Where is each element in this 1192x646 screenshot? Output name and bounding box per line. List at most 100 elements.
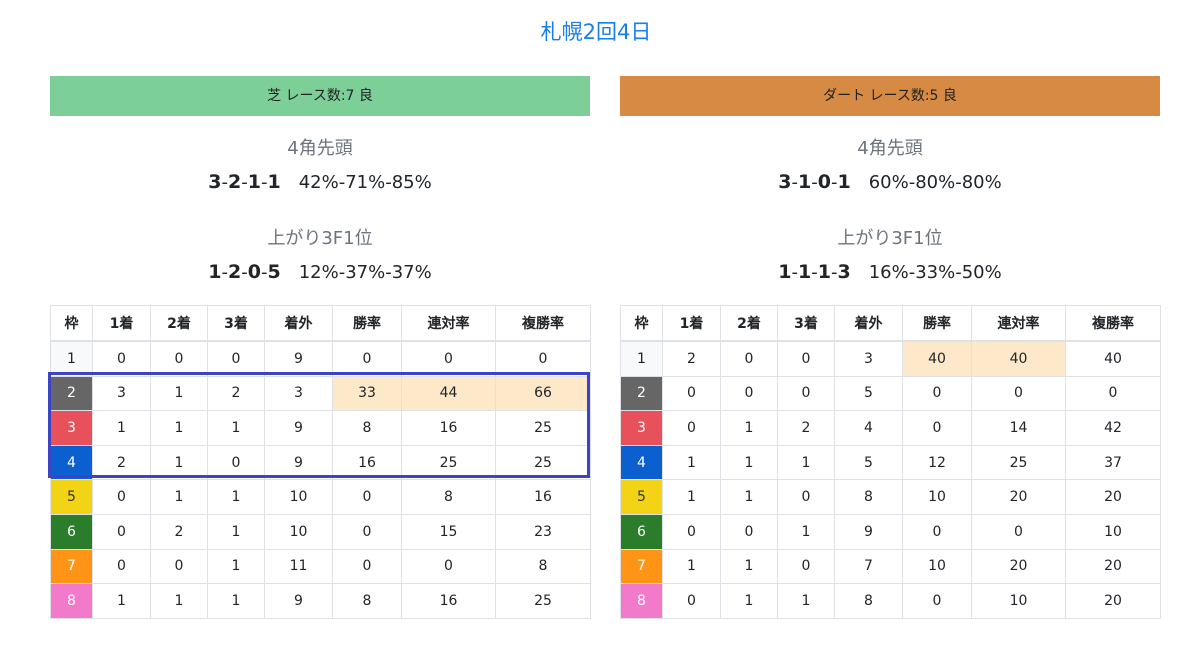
table-cell: 1 bbox=[720, 583, 778, 619]
table-cell: 4 bbox=[834, 410, 903, 446]
table-cell: 16 bbox=[401, 410, 496, 446]
table-cell: 40 bbox=[971, 340, 1066, 377]
table-cell: 1 bbox=[150, 583, 208, 619]
table-cell: 10 bbox=[971, 583, 1066, 619]
table-cell: 0 bbox=[777, 375, 835, 412]
column-header: 3着 bbox=[777, 305, 835, 342]
waku-number-cell: 2 bbox=[50, 375, 93, 412]
last3f-stats: 1-2-0-5 12%-37%-37% bbox=[50, 261, 590, 283]
last3f-label: 上がり3F1位 bbox=[837, 228, 943, 249]
table-cell: 9 bbox=[264, 583, 333, 619]
table-cell: 2 bbox=[150, 513, 208, 550]
table-cell: 9 bbox=[264, 410, 333, 446]
waku-number-cell: 8 bbox=[50, 583, 93, 619]
waku-number-cell: 1 bbox=[50, 340, 93, 377]
table-cell: 25 bbox=[401, 444, 496, 481]
table-cell: 1 bbox=[777, 513, 835, 550]
table-cell: 20 bbox=[1065, 479, 1161, 515]
page-title: 札幌2回4日 bbox=[540, 20, 652, 44]
table-row: 3 1 1 1 9 8 16 25 bbox=[50, 410, 591, 446]
table-cell: 25 bbox=[495, 444, 591, 481]
column-header: 1着 bbox=[662, 305, 721, 342]
table-cell: 0 bbox=[332, 479, 402, 515]
table-cell: 14 bbox=[971, 410, 1066, 446]
corner-stats: 3-1-0-1 60%-80%-80% bbox=[620, 171, 1160, 193]
table-cell: 16 bbox=[401, 583, 496, 619]
column-header: 2着 bbox=[150, 305, 208, 342]
table-cell: 0 bbox=[902, 513, 972, 550]
corner-record: 3-1-0-1 bbox=[778, 171, 851, 193]
table-cell: 0 bbox=[92, 340, 151, 377]
last3f-percent: 12%-37%-37% bbox=[298, 262, 432, 283]
column-header: 1着 bbox=[92, 305, 151, 342]
table-cell: 0 bbox=[662, 410, 721, 446]
table-cell: 1 bbox=[150, 410, 208, 446]
table-cell: 15 bbox=[401, 513, 496, 550]
table-row: 10009000 bbox=[50, 340, 591, 377]
table-cell: 16 bbox=[495, 479, 591, 515]
column-header: 枠 bbox=[620, 305, 663, 342]
table-row: 5 0 1 1 10 0 8 16 bbox=[50, 479, 591, 515]
waku-number-cell: 6 bbox=[50, 513, 93, 550]
table-row: 8 0 1 1 8 0 10 20 bbox=[620, 583, 1161, 619]
table-cell: 0 bbox=[720, 513, 778, 550]
table-cell: 0 bbox=[207, 340, 265, 377]
table-row: 8 1 1 1 9 8 16 25 bbox=[50, 583, 591, 619]
table-cell: 0 bbox=[662, 375, 721, 412]
corner-percent: 60%-80%-80% bbox=[868, 172, 1002, 193]
table-cell: 20 bbox=[971, 479, 1066, 515]
table-cell: 1 bbox=[150, 375, 208, 412]
table-cell: 0 bbox=[401, 340, 496, 377]
table-cell: 2 bbox=[777, 410, 835, 446]
last3f-percent: 16%-33%-50% bbox=[868, 262, 1002, 283]
table-cell: 3 bbox=[834, 340, 903, 377]
table-cell: 8 bbox=[834, 583, 903, 619]
table-cell: 1 bbox=[207, 583, 265, 619]
waku-number-cell: 7 bbox=[50, 548, 93, 585]
table-cell: 11 bbox=[264, 548, 333, 585]
table-row: 6 0 2 1 10 0 15 23 bbox=[50, 513, 591, 550]
table-header-row: 枠 1着 2着 3着 着外 勝率 連対率 複勝率 bbox=[620, 305, 1161, 342]
table-cell: 8 bbox=[332, 410, 402, 446]
table-cell: 8 bbox=[332, 583, 402, 619]
column-header: 3着 bbox=[207, 305, 265, 342]
last3f-label: 上がり3F1位 bbox=[267, 228, 373, 249]
corner-label: 4角先頭 bbox=[287, 138, 353, 159]
table-cell: 1 bbox=[92, 583, 151, 619]
column-header: 複勝率 bbox=[495, 305, 591, 342]
table-cell: 0 bbox=[150, 340, 208, 377]
column-header: 複勝率 bbox=[1065, 305, 1161, 342]
table-cell: 3 bbox=[264, 375, 333, 412]
table-cell: 0 bbox=[777, 548, 835, 585]
table-cell: 20 bbox=[971, 548, 1066, 585]
table-cell: 10 bbox=[902, 479, 972, 515]
table-cell: 1 bbox=[662, 444, 721, 481]
table-cell: 0 bbox=[332, 548, 402, 585]
table-cell: 1 bbox=[150, 479, 208, 515]
table-cell: 1 bbox=[207, 479, 265, 515]
waku-number-cell: 6 bbox=[620, 513, 663, 550]
table-cell: 1 bbox=[207, 513, 265, 550]
table-cell: 0 bbox=[902, 410, 972, 446]
table-cell: 0 bbox=[902, 375, 972, 412]
table-cell: 1 bbox=[720, 410, 778, 446]
table-cell: 1 bbox=[662, 548, 721, 585]
table-cell: 12 bbox=[902, 444, 972, 481]
column-header: 着外 bbox=[264, 305, 333, 342]
table-row: 5 1 1 0 8 10 20 20 bbox=[620, 479, 1161, 515]
table-cell: 1 bbox=[777, 444, 835, 481]
table-cell: 10 bbox=[264, 479, 333, 515]
table-cell: 1 bbox=[777, 583, 835, 619]
waku-number-cell: 3 bbox=[620, 410, 663, 446]
table-cell: 16 bbox=[332, 444, 402, 481]
table-row: 6 0 0 1 9 0 0 10 bbox=[620, 513, 1161, 550]
table-header-row: 枠 1着 2着 3着 着外 勝率 連対率 複勝率 bbox=[50, 305, 591, 342]
table-cell: 2 bbox=[92, 444, 151, 481]
column-header: 勝率 bbox=[332, 305, 402, 342]
table-cell: 1 bbox=[207, 410, 265, 446]
dirt-panel: ダート レース数:5 良 4角先頭 3-1-0-1 60%-80%-80% 上がり… bbox=[620, 76, 1161, 619]
waku-number-cell: 3 bbox=[50, 410, 93, 446]
turf-panel: 芝 レース数:7 良 4角先頭 3-2-1-1 42%-71%-85% 上がり3F… bbox=[50, 76, 591, 619]
waku-number-cell: 5 bbox=[620, 479, 663, 515]
table-cell: 0 bbox=[92, 548, 151, 585]
